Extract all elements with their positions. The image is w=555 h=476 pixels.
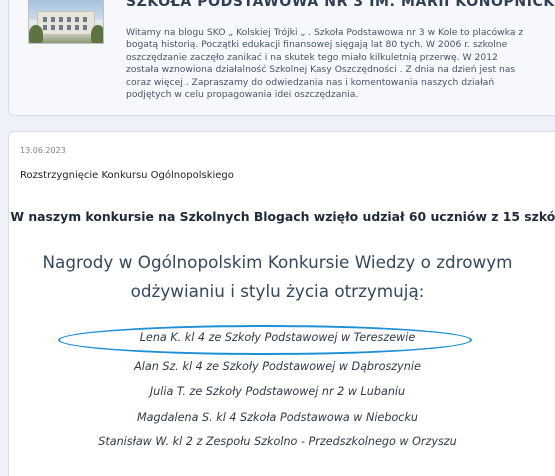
winner-item: Alan Sz. kl 4 ze Szkoły Podstawowej w Dą… [134,360,421,373]
post-lead-text: W naszym konkursie na Szkolnych Blogach … [10,209,555,224]
post-date: 13.06.2023 [20,146,66,155]
post-title[interactable]: Rozstrzygnięcie Konkursu Ogólnopolskiego [20,170,234,181]
blog-title[interactable]: Szkoła Podstawowa nr 3 im. Marii Konopni… [126,0,555,10]
school-building-photo[interactable] [28,0,104,44]
page: Szkoła Podstawowa nr 3 im. Marii Konopni… [0,0,555,476]
blog-description: Witamy na blogu SKO „ Kolskiej Trójki „ … [126,27,524,101]
photo-building-shape [37,11,95,35]
winner-item: Julia T. ze Szkoły Podstawowej nr 2 w Lu… [149,385,406,398]
highlight-ellipse-annotation [58,325,472,355]
post-heading: Nagrody w Ogólnopolskim Konkursie Wiedzy… [42,252,513,301]
winner-item: Stanisław W. kl 2 z Zespołu Szkolno - Pr… [98,435,457,448]
photo-tree-right [91,25,103,43]
winner-item: Magdalena S. kl 4 Szkoła Podstawowa w Ni… [136,411,419,424]
photo-tree-left [29,25,43,43]
